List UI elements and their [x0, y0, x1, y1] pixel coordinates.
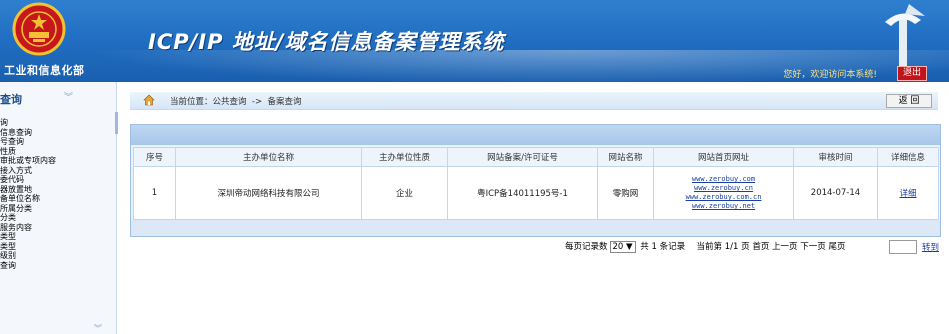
monument-pillar-icon [885, 4, 925, 70]
prev-page-link[interactable]: 上一页 [772, 242, 798, 252]
sidebar-menu: 询 信息查询 号查询 性质 审批或专项内容 接入方式 委代码 器放置地 备单位名… [0, 118, 56, 270]
pagination: 每页记录数 20 ▼ 共 1 条记录 当前第 1/1 页 首页 上一页 下一页 尾… [565, 240, 945, 254]
per-page-label: 每页记录数 [565, 242, 608, 252]
sidebar: 查询 ︾ 询 信息查询 号查询 性质 审批或专项内容 接入方式 委代码 器放置地… [0, 82, 117, 334]
column-header: 主办单位名称 [175, 147, 362, 167]
column-header: 序号 [133, 147, 176, 167]
logout-button[interactable]: 退出 [897, 66, 927, 81]
site-url-link[interactable]: www.zerobuy.cn [655, 184, 792, 193]
page-number-input[interactable] [889, 240, 917, 254]
national-emblem-icon [12, 2, 66, 56]
next-page-link[interactable]: 下一页 [800, 242, 826, 252]
review-date: 2014-07-14 [793, 166, 878, 220]
header-banner: 工业和信息化部 ICP/IP 地址/域名信息备案管理系统 您好，欢迎访问本系统!… [0, 0, 949, 82]
sidebar-header[interactable]: 查询 ︾ [0, 88, 116, 106]
sidebar-item[interactable]: 类型 [0, 242, 56, 252]
site-name: 零购网 [597, 166, 654, 220]
row-index: 1 [133, 166, 176, 220]
sidebar-item[interactable]: 备单位名称 [0, 194, 56, 204]
sidebar-item[interactable]: 性质 [0, 147, 56, 157]
breadcrumb: 当前位置：公共查询 -> 备案查询 [170, 97, 302, 107]
sidebar-collapse-handle[interactable] [115, 112, 118, 134]
dropdown-arrow-icon: ▼ [626, 242, 633, 252]
sidebar-item[interactable]: 接入方式 [0, 166, 56, 176]
sidebar-item[interactable]: 类型 [0, 232, 56, 242]
back-button[interactable]: 返 回 [886, 94, 932, 108]
column-header: 主办单位性质 [361, 147, 448, 167]
site-url-link[interactable]: www.zerobuy.net [655, 202, 792, 211]
table-row: 1 深圳帝动网络科技有限公司 企业 粤ICP备14011195号-1 零购网 w… [133, 166, 939, 220]
results-table: 序号 主办单位名称 主办单位性质 网站备案/许可证号 网站名称 网站首页网址 审… [133, 147, 939, 220]
sidebar-item[interactable]: 信息查询 [0, 128, 56, 138]
column-header: 网站备案/许可证号 [447, 147, 598, 167]
detail-cell: 详细 [877, 166, 939, 220]
sidebar-item[interactable]: 号查询 [0, 137, 56, 147]
sidebar-item[interactable]: 服务内容 [0, 223, 56, 233]
sidebar-item[interactable]: 级别 [0, 251, 56, 261]
column-header: 详细信息 [877, 147, 939, 167]
org-type: 企业 [361, 166, 448, 220]
org-name: 深圳帝动网络科技有限公司 [175, 166, 362, 220]
breadcrumb-bar: 当前位置：公共查询 -> 备案查询 返 回 [130, 92, 938, 110]
site-urls: www.zerobuy.com www.zerobuy.cn www.zerob… [653, 166, 794, 220]
sidebar-item[interactable]: 器放置地 [0, 185, 56, 195]
sidebar-title: 查询 [0, 93, 22, 106]
sidebar-item[interactable]: 所属分类 [0, 204, 56, 214]
sidebar-item[interactable]: 委代码 [0, 175, 56, 185]
panel-header-bar [131, 125, 940, 145]
column-header: 网站首页网址 [653, 147, 794, 167]
sidebar-item[interactable]: 询 [0, 118, 56, 128]
per-page-select[interactable]: 20 ▼ [609, 241, 636, 253]
site-url-link[interactable]: www.zerobuy.com.cn [655, 193, 792, 202]
sidebar-item[interactable]: 查询 [0, 261, 56, 271]
chevron-double-down-icon[interactable]: ︾ [94, 323, 102, 334]
first-page-link[interactable]: 首页 [752, 242, 769, 252]
current-page: 当前第 1/1 页 [696, 242, 750, 252]
per-page-value: 20 [612, 242, 624, 252]
license-number: 粤ICP备14011195号-1 [447, 166, 598, 220]
site-url-link[interactable]: www.zerobuy.com [655, 175, 792, 184]
panel-footer-bar [131, 220, 940, 236]
home-icon [143, 94, 155, 106]
column-header: 网站名称 [597, 147, 654, 167]
ministry-name: 工业和信息化部 [4, 64, 85, 77]
table-header-row: 序号 主办单位名称 主办单位性质 网站备案/许可证号 网站名称 网站首页网址 审… [133, 147, 939, 167]
chevron-double-down-icon[interactable]: ︾ [64, 90, 73, 103]
results-panel: 序号 主办单位名称 主办单位性质 网站备案/许可证号 网站名称 网站首页网址 审… [130, 124, 941, 237]
last-page-link[interactable]: 尾页 [828, 242, 845, 252]
total-records: 共 1 条记录 [640, 242, 686, 252]
sidebar-item[interactable]: 分类 [0, 213, 56, 223]
sidebar-item[interactable]: 审批或专项内容 [0, 156, 56, 166]
welcome-text: 您好，欢迎访问本系统! [783, 70, 877, 80]
detail-link[interactable]: 详细 [899, 189, 916, 199]
system-title: ICP/IP 地址/域名信息备案管理系统 [148, 30, 505, 54]
column-header: 审核时间 [793, 147, 878, 167]
goto-link[interactable]: 转到 [922, 241, 939, 253]
